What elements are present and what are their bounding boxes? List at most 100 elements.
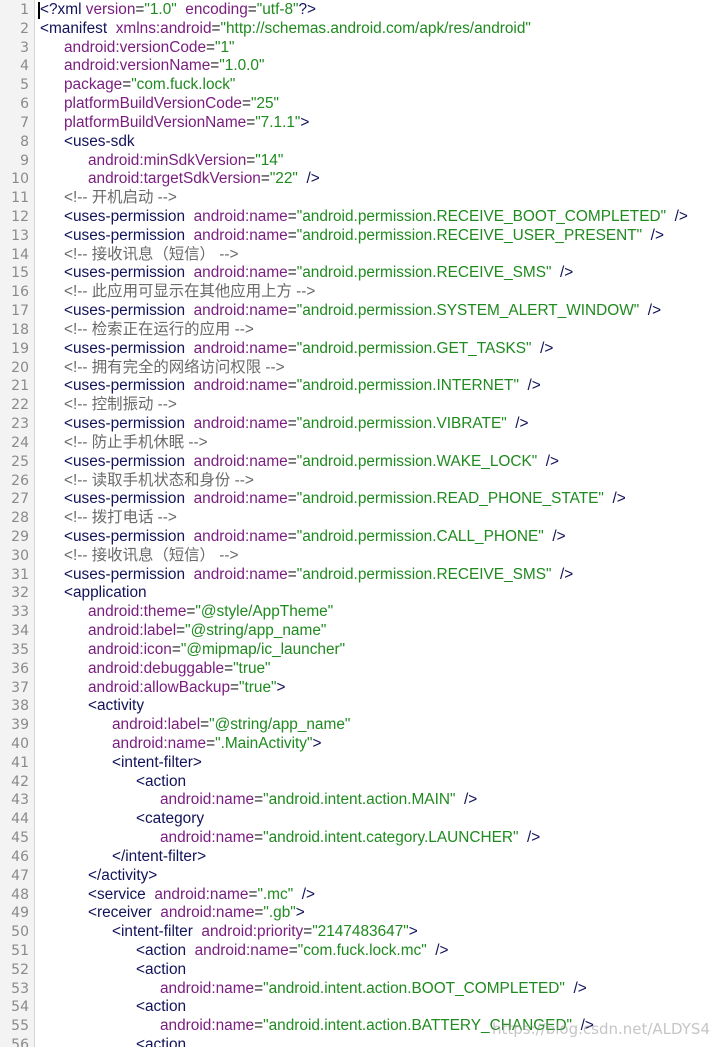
code-text: <application [64,584,147,603]
xml-tag: > [312,734,322,752]
line-number: 11 [11,190,29,207]
code-line: 22 <!-- 控制振动 --> [0,396,720,415]
xml-punctuation: = [303,923,313,941]
xml-punctuation: = [287,565,297,583]
xml-attribute: platformBuildVersionName [64,113,247,131]
xml-value: "1.0" [144,1,177,18]
code-line: 53 android:name="android.intent.action.BO… [0,980,720,999]
xml-tag: /> [647,302,662,320]
xml-attribute: android:allowBackup [88,678,231,696]
xml-punctuation [185,208,194,225]
code-line: 41 <intent-filter> [0,754,720,773]
xml-punctuation [537,453,546,470]
xml-comment: <!-- 接收讯息（短信） --> [64,245,239,263]
xml-tag: /> [527,829,541,847]
xml-comment: <!-- 接收讯息（短信） --> [64,546,239,564]
line-number: 34 [11,623,29,640]
xml-value: "true" [239,678,277,696]
xml-tag: <action [136,960,187,978]
xml-attribute: android:name [160,1017,255,1035]
xml-attribute: android:name [193,208,288,226]
line-number: 28 [11,510,29,527]
xml-punctuation: = [230,678,240,696]
xml-tag: /> [545,452,560,470]
line-number: 25 [11,453,29,470]
xml-value: "android.intent.action.MAIN" [263,791,456,809]
xml-punctuation [185,415,194,432]
line-number: 13 [11,227,29,244]
xml-tag: <service [88,885,146,903]
xml-punctuation [177,1,186,18]
xml-attribute: android:name [160,979,255,997]
xml-value: "android.permission.RECEIVE_BOOT_COMPLET… [296,208,667,226]
xml-attribute: android:name [154,885,249,903]
code-text: platformBuildVersionName="7.1.1"> [64,114,309,133]
xml-punctuation [532,340,541,357]
code-line: 4 android:versionName="1.0.0" [0,57,720,76]
xml-attribute: xmlns:android [115,19,212,37]
line-number: 29 [11,528,29,545]
xml-comment: <!-- 读取手机状态和身份 --> [64,471,254,489]
code-line: 51 <action android:name="com.fuck.lock.mc… [0,942,720,961]
line-number: 30 [11,547,29,564]
xml-tag: > [300,113,310,131]
code-line: 23 <uses-permission android:name="android… [0,415,720,434]
xml-tag: <receiver [88,904,152,922]
code-text: <!-- 接收讯息（短信） --> [64,547,238,566]
xml-tag: /> [573,979,587,997]
code-text: android:debuggable="true" [88,660,271,679]
xml-value: "true" [233,659,271,677]
xml-tag: /> [435,942,449,959]
line-number: 45 [11,830,29,847]
xml-tag: <uses-permission [64,490,186,508]
xml-value: "com.fuck.lock.mc" [297,942,427,959]
line-number: 1 [20,2,29,18]
xml-attribute: android:name [193,565,288,583]
xml-tag: /> [301,885,315,903]
xml-value: "android.permission.INTERNET" [296,377,519,395]
line-number: 36 [11,660,29,677]
watermark: https://blog.csdn.net/ALDYS4 [491,1020,710,1038]
code-text: <!-- 读取手机状态和身份 --> [64,472,254,491]
line-number: 42 [11,773,29,790]
code-text: <manifest xmlns:android="http://schemas.… [40,20,531,39]
xml-tag: <uses-sdk [64,132,135,150]
code-line: 45 android:name="android.intent.category.… [0,829,720,848]
xml-tag: /> [674,208,688,226]
xml-tag: <uses-permission [64,527,186,545]
code-line: 1 <?xml version="1.0" encoding="utf-8"?> [0,1,720,20]
xml-tag: <intent-filter [112,923,193,941]
line-number: 33 [11,604,29,621]
xml-tag: <application [64,584,147,602]
xml-attribute: android:priority [201,923,304,941]
xml-tag: /> [612,490,626,508]
xml-punctuation [152,904,161,921]
xml-tag: /> [540,339,554,357]
line-number: 27 [11,491,29,508]
code-editor[interactable]: 1 <?xml version="1.0" encoding="utf-8"?> 2… [0,0,720,1047]
xml-punctuation [427,942,436,959]
line-number: 55 [11,1018,29,1035]
code-text: android:label="@string/app_name" [88,622,326,641]
code-text: <?xml version="1.0" encoding="utf-8"?> [40,1,316,20]
line-number: 18 [11,321,29,338]
code-text: <!-- 检索正在运行的应用 --> [64,321,254,340]
line-number: 9 [20,152,29,169]
line-number: 37 [11,679,29,696]
code-line: 20 <!-- 拥有完全的网络访问权限 --> [0,359,720,378]
line-number: 2 [20,20,29,37]
code-text: android:name="android.intent.action.BOOT… [160,980,587,999]
xml-punctuation [666,208,675,225]
xml-punctuation: = [287,264,297,282]
line-number: 17 [11,303,29,320]
xml-tag: <uses-permission [64,377,186,395]
xml-punctuation [639,302,648,319]
xml-attribute: android:name [193,490,288,508]
code-line: 39 android:label="@string/app_name" [0,716,720,735]
line-number: 56 [11,1037,29,1047]
code-line: 15 <uses-permission android:name="android… [0,264,720,283]
xml-value: "@style/AppTheme" [195,603,334,621]
xml-tag: <uses-permission [64,339,186,357]
xml-punctuation [185,566,194,583]
xml-punctuation: = [254,979,264,997]
